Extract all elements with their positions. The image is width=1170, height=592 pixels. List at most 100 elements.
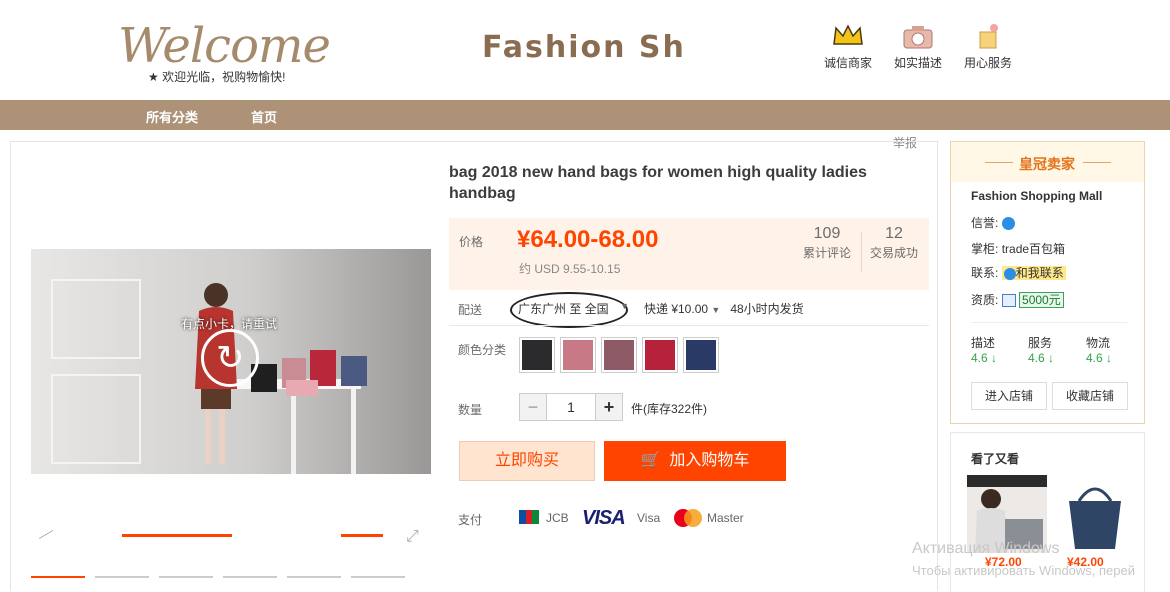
- nav-home[interactable]: 首页: [251, 107, 277, 126]
- product-video-player[interactable]: 有点小卡，请重试: [31, 249, 431, 474]
- thumbnail[interactable]: [31, 576, 85, 582]
- color-swatch: [645, 340, 675, 370]
- visa-logo: VISA: [582, 507, 626, 529]
- windows-activation-watermark: Активация Windows: [912, 540, 1060, 557]
- jcb-label: JCB: [546, 511, 569, 525]
- price-box: 价格 ¥64.00-68.00 约 USD 9.55-10.15 109 累计评…: [449, 218, 929, 290]
- shipping-label: 配送: [458, 303, 483, 317]
- color-swatch: [522, 340, 552, 370]
- badge-accurate-description: 如实描述: [888, 22, 948, 71]
- thumbnail[interactable]: [159, 576, 213, 582]
- color-option[interactable]: [683, 337, 719, 373]
- divider: [449, 325, 929, 326]
- badge-attentive-service: 用心服务: [958, 22, 1018, 71]
- seller-card: 皇冠卖家 Fashion Shopping Mall 信誉: 掌柜: trade…: [950, 141, 1145, 424]
- reputation-row: 信誉:: [971, 214, 1015, 231]
- seller-name[interactable]: Fashion Shopping Mall: [971, 189, 1102, 203]
- camera-icon: [903, 26, 933, 49]
- thumbnail[interactable]: [223, 576, 277, 582]
- divider: [971, 322, 1127, 323]
- color-label: 颜色分类: [458, 343, 507, 357]
- divider: [1083, 162, 1111, 163]
- replay-icon[interactable]: [201, 329, 259, 387]
- quantity-input[interactable]: 1: [547, 393, 595, 421]
- price-value: ¥64.00-68.00: [517, 226, 659, 253]
- rating-service: 服务 4.6 ↓: [1028, 336, 1055, 365]
- badge-honest-merchant: 诚信商家: [818, 22, 878, 71]
- windows-activation-subtext: Чтобы активировать Windows, перей: [912, 563, 1136, 578]
- shipping-destination[interactable]: 广东广州 至 全国: [518, 300, 609, 317]
- price-label: 价格: [459, 235, 484, 249]
- fullscreen-icon[interactable]: ⤢: [406, 528, 419, 546]
- recommended-product-image[interactable]: [1057, 475, 1137, 553]
- color-swatch: [686, 340, 716, 370]
- id-card-icon: [1001, 294, 1016, 308]
- store-logo[interactable]: Welcome ★ 欢迎光临，祝购物愉快!: [118, 18, 331, 88]
- video-progress-bar[interactable]: [122, 534, 232, 537]
- payment-label: 支付: [458, 513, 483, 527]
- trust-badges: 诚信商家 如实描述 用心服务: [818, 22, 1018, 82]
- rating-logistics: 物流 4.6 ↓: [1086, 336, 1113, 365]
- ship-time: 48小时内发货: [730, 302, 804, 316]
- sales-label: 交易成功: [869, 246, 918, 260]
- qualification-row: 资质: 5000元: [971, 291, 1064, 308]
- shop-name: Fashion Sh: [482, 30, 686, 65]
- mastercard-label: Master: [707, 511, 744, 525]
- color-option[interactable]: [601, 337, 637, 373]
- chevron-down-icon[interactable]: ▼: [620, 301, 629, 311]
- gift-icon: [979, 24, 998, 49]
- cart-icon: 🛒: [640, 452, 661, 469]
- rating-description: 描述 4.6 ↓: [971, 336, 998, 365]
- visa-label: Visa: [637, 511, 661, 525]
- reviews-count: 109: [813, 225, 841, 242]
- also-viewed-title: 看了又看: [971, 452, 1020, 466]
- jcb-icon: [519, 510, 540, 524]
- product-title: bag 2018 new hand bags for women high qu…: [449, 164, 867, 202]
- quantity-minus-button[interactable]: −: [519, 393, 547, 421]
- express-fee[interactable]: 快递 ¥10.00 ▼ 48小时内发货: [644, 300, 804, 317]
- sales-stat: 12 交易成功: [861, 224, 927, 261]
- shopkeeper-row: 掌柜: trade百包箱: [971, 242, 1066, 256]
- mastercard-icon: [674, 509, 702, 527]
- deposit-badge: 5000元: [1019, 292, 1064, 308]
- seller-card-header: 皇冠卖家: [951, 142, 1144, 182]
- sales-count: 12: [885, 225, 903, 242]
- wall-panel: [51, 374, 141, 464]
- usd-price: 约 USD 9.55-10.15: [519, 262, 621, 276]
- video-progress-bar[interactable]: [341, 534, 383, 537]
- color-option[interactable]: [519, 337, 555, 373]
- add-to-cart-button[interactable]: 🛒 加入购物车: [604, 441, 786, 481]
- divider: [861, 232, 862, 272]
- bags-on-table: [251, 350, 367, 396]
- logo-subtitle: ★ 欢迎光临，祝购物愉快!: [148, 70, 286, 84]
- reviews-label: 累计评论: [802, 246, 851, 260]
- chevron-down-icon: ▼: [711, 305, 721, 315]
- chat-icon: [1003, 267, 1016, 280]
- reputation-icon: [1001, 217, 1015, 231]
- thumbnail[interactable]: [287, 576, 341, 582]
- contact-row: 联系: 和我联系: [971, 266, 1066, 280]
- quantity-plus-button[interactable]: +: [595, 393, 623, 421]
- color-option[interactable]: [560, 337, 596, 373]
- nav-all-categories[interactable]: 所有分类: [146, 107, 198, 126]
- contact-seller-button[interactable]: 和我联系: [1001, 266, 1066, 280]
- nav-bar: 所有分类 首页: [0, 100, 1170, 130]
- thumbnail[interactable]: [351, 576, 405, 582]
- buy-now-button[interactable]: 立即购买: [459, 441, 595, 481]
- quantity-label: 数量: [458, 403, 483, 417]
- favorite-shop-button[interactable]: 收藏店铺: [1052, 382, 1128, 410]
- color-swatch: [563, 340, 593, 370]
- color-swatch: [604, 340, 634, 370]
- thumbnail[interactable]: [95, 576, 149, 582]
- color-option[interactable]: [642, 337, 678, 373]
- shopkeeper-name[interactable]: trade百包箱: [1002, 242, 1065, 256]
- divider: [985, 162, 1013, 163]
- stock-text: 件(库存322件): [631, 402, 708, 416]
- logo-welcome-text: Welcome: [118, 18, 331, 74]
- crown-icon: [833, 24, 863, 45]
- wall-panel: [51, 279, 141, 359]
- reviews-stat[interactable]: 109 累计评论: [794, 224, 860, 261]
- store-header: Welcome ★ 欢迎光临，祝购物愉快! Fashion Sh 诚信商家 如实…: [0, 0, 1170, 100]
- seller-rank: 皇冠卖家: [1019, 156, 1075, 172]
- enter-shop-button[interactable]: 进入店铺: [971, 382, 1047, 410]
